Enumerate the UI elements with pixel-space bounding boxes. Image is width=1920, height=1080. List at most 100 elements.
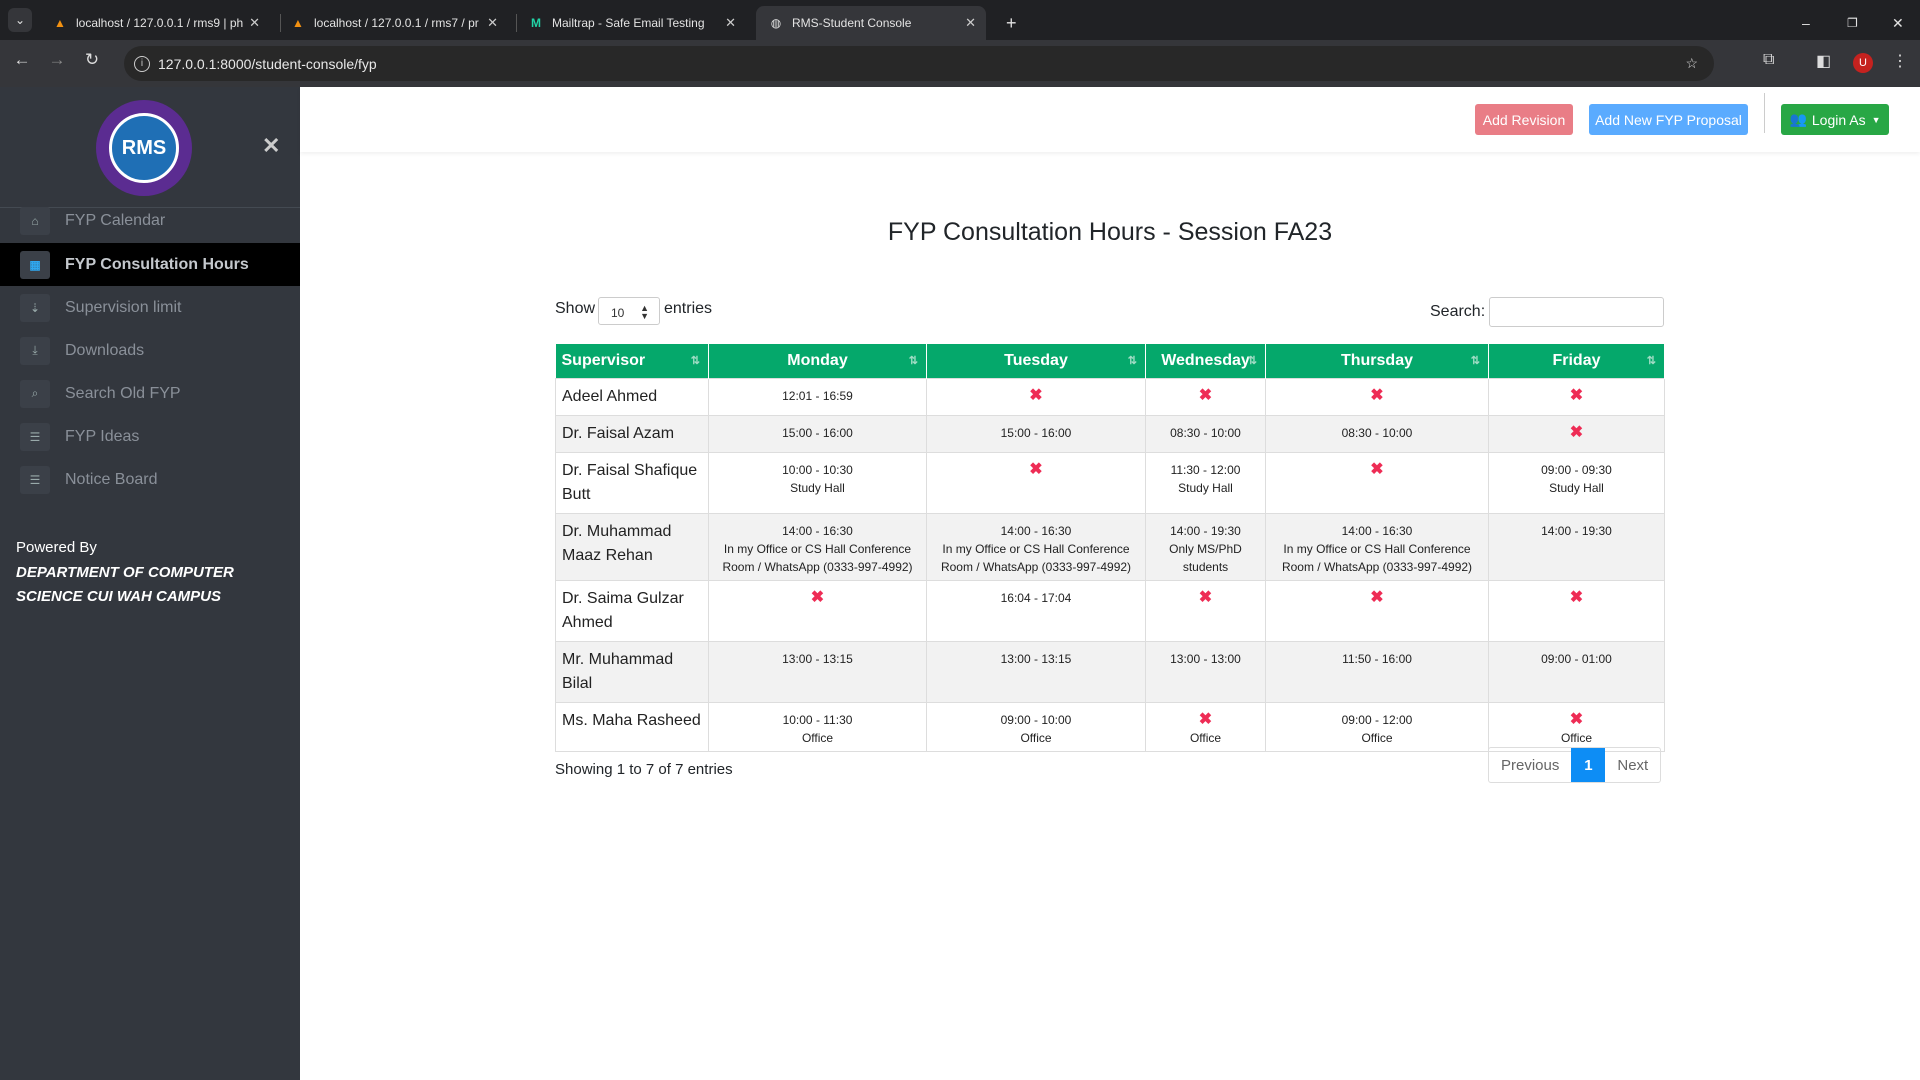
time-slot: 15:00 - 16:00 bbox=[1000, 425, 1072, 440]
time-slot: 12:01 - 16:59 bbox=[782, 388, 853, 403]
sidebar-item-fyp-consultation-hours[interactable]: ▦ FYP Consultation Hours bbox=[0, 243, 300, 286]
unavailable-x-icon: ✖ bbox=[1370, 588, 1384, 606]
time-slot: 09:00 - 10:00 bbox=[1000, 712, 1072, 727]
unavailable-x-icon: ✖ bbox=[1198, 710, 1213, 728]
supervisor-name: Dr. Muhammad Maaz Rehan bbox=[555, 512, 709, 581]
forward-icon[interactable]: → bbox=[45, 50, 69, 70]
day-cell: 08:30 - 10:00 bbox=[1145, 414, 1266, 453]
table-row: Dr. Muhammad Maaz Rehan 14:00 - 16:30 In m… bbox=[555, 512, 1665, 581]
sidebar-item-downloads[interactable]: ⤓ Downloads bbox=[0, 329, 300, 372]
table-row: Adeel Ahmed 12:01 - 16:59 ✖ ✖ ✖ ✖ bbox=[555, 377, 1665, 416]
page-1-button[interactable]: 1 bbox=[1571, 748, 1606, 782]
unavailable-x-icon: ✖ bbox=[1029, 386, 1043, 404]
time-slot: 10:00 - 10:30 bbox=[782, 462, 853, 477]
extensions-icon[interactable]: ⧉ bbox=[1763, 51, 1774, 69]
sidebar-item-fyp-ideas[interactable]: ☰ FYP Ideas bbox=[0, 415, 300, 458]
browser-tab-active[interactable]: ◍ RMS-Student Console ✕ bbox=[756, 6, 986, 40]
day-cell: 14:00 - 16:30 In my Office or CS Hall Con… bbox=[926, 512, 1146, 581]
column-header-thursday[interactable]: Thursday ⇅ bbox=[1265, 344, 1489, 378]
time-slot: 14:00 - 16:30 bbox=[1341, 523, 1413, 538]
unavailable-x-icon: ✖ bbox=[1569, 588, 1584, 606]
day-cell: 13:00 - 13:00 bbox=[1145, 640, 1266, 703]
day-cell: 11:30 - 12:00 Study Hall bbox=[1145, 451, 1266, 514]
sidebar-item-search-old-fyp[interactable]: ⌕ Search Old FYP bbox=[0, 372, 300, 415]
home-icon: ⌂ bbox=[20, 206, 50, 235]
close-tab-icon[interactable]: ✕ bbox=[965, 15, 976, 31]
browser-tab[interactable]: M Mailtrap - Safe Email Testing ✕ bbox=[516, 6, 746, 40]
column-header-tuesday[interactable]: Tuesday ⇅ bbox=[926, 344, 1146, 378]
day-cell: 14:00 - 16:30 In my Office or CS Hall Con… bbox=[1265, 512, 1489, 581]
day-cell: 09:00 - 01:00 bbox=[1488, 640, 1665, 703]
avatar[interactable]: U bbox=[1853, 53, 1873, 73]
time-slot: 08:30 - 10:00 bbox=[1170, 425, 1241, 440]
add-fyp-proposal-button[interactable]: Add New FYP Proposal bbox=[1589, 104, 1748, 135]
unavailable-x-icon: ✖ bbox=[1569, 423, 1584, 441]
browser-toolbar: ← → ↻ i 127.0.0.1:8000/student-console/fy… bbox=[0, 40, 1920, 87]
location-note: Office bbox=[801, 730, 834, 745]
divider bbox=[1764, 93, 1765, 133]
side-panel-icon[interactable]: ◧ bbox=[1816, 51, 1831, 71]
close-tab-icon[interactable]: ✕ bbox=[725, 15, 736, 31]
close-tab-icon[interactable]: ✕ bbox=[249, 15, 260, 31]
day-cell: ✖ bbox=[926, 377, 1146, 416]
address-bar[interactable]: i 127.0.0.1:8000/student-console/fyp ☆ bbox=[124, 46, 1714, 81]
time-slot: 14:00 - 16:30 bbox=[782, 523, 853, 538]
phpmyadmin-icon: ▲ bbox=[54, 16, 66, 30]
table-info: Showing 1 to 7 of 7 entries bbox=[555, 761, 733, 778]
time-slot: 09:00 - 12:00 bbox=[1341, 712, 1413, 727]
day-cell: 14:00 - 19:30 Only MS/PhD students bbox=[1145, 512, 1266, 581]
table-row: Dr. Faisal Shafique Butt 10:00 - 10:30 Stu… bbox=[555, 451, 1665, 514]
close-icon[interactable]: ✕ bbox=[262, 133, 280, 159]
location-note: Study Hall bbox=[1178, 480, 1233, 495]
time-slot: 14:00 - 19:30 bbox=[1541, 523, 1612, 538]
location-note: Office bbox=[1361, 730, 1393, 745]
day-cell: 09:00 - 12:00 Office bbox=[1265, 701, 1489, 752]
close-tab-icon[interactable]: ✕ bbox=[487, 15, 498, 31]
day-cell: 15:00 - 16:00 bbox=[708, 414, 927, 453]
supervisor-name: Mr. Muhammad Bilal bbox=[555, 640, 709, 703]
sort-icon: ⇅ bbox=[1470, 355, 1480, 367]
column-header-friday[interactable]: Friday ⇅ bbox=[1488, 344, 1665, 378]
column-header-supervisor[interactable]: Supervisor ⇅ bbox=[555, 344, 709, 378]
day-cell: ✖ bbox=[1488, 579, 1665, 642]
back-icon[interactable]: ← bbox=[10, 50, 34, 70]
powered-by-label: Powered By bbox=[16, 539, 97, 556]
chevron-down-icon: ⌄ bbox=[14, 13, 26, 27]
entries-select[interactable]: 10 ▲ ▼ bbox=[598, 297, 660, 325]
star-icon[interactable]: ☆ bbox=[1685, 55, 1698, 72]
minimize-button[interactable]: – bbox=[1790, 6, 1822, 40]
new-tab-button[interactable]: + bbox=[994, 6, 1029, 40]
search-input[interactable] bbox=[1489, 297, 1664, 327]
unavailable-x-icon: ✖ bbox=[1029, 460, 1043, 478]
unavailable-x-icon: ✖ bbox=[1569, 386, 1584, 404]
sidebar-item-supervision-limit[interactable]: ⇣ Supervision limit bbox=[0, 286, 300, 329]
calendar-icon: ▦ bbox=[20, 250, 50, 279]
tab-search-button[interactable]: ⌄ bbox=[8, 8, 32, 32]
browser-tab[interactable]: ▲ localhost / 127.0.0.1 / rms7 / pr ✕ bbox=[278, 6, 508, 40]
day-cell: ✖ bbox=[926, 451, 1146, 514]
day-cell: ✖ bbox=[1488, 377, 1665, 416]
sort-icon: ⇅ bbox=[908, 355, 918, 367]
table-row: Dr. Faisal Azam 15:00 - 16:00 15:00 - 16:0… bbox=[555, 414, 1665, 453]
column-header-monday[interactable]: Monday ⇅ bbox=[708, 344, 927, 378]
info-icon[interactable]: i bbox=[134, 55, 150, 72]
day-cell: ✖ bbox=[1265, 377, 1489, 416]
reload-icon[interactable]: ↻ bbox=[80, 50, 104, 70]
menu-icon[interactable]: ⋮ bbox=[1892, 51, 1908, 71]
login-as-dropdown[interactable]: 👥 Login As ▼ bbox=[1781, 104, 1889, 135]
sidebar-item-notice-board[interactable]: ☰ Notice Board bbox=[0, 458, 300, 501]
add-revision-button[interactable]: Add Revision bbox=[1475, 104, 1573, 135]
unavailable-x-icon: ✖ bbox=[1569, 710, 1584, 728]
sort-caret-icon: ▲ ▼ bbox=[640, 303, 649, 321]
column-header-wednesday[interactable]: Wednesday ⇅ bbox=[1145, 344, 1266, 378]
restore-button[interactable]: ❐ bbox=[1835, 6, 1870, 40]
sidebar-item-fyp-calendar[interactable]: ⌂ FYP Calendar bbox=[0, 199, 300, 242]
day-cell: ✖ Office bbox=[1488, 701, 1665, 752]
unavailable-x-icon: ✖ bbox=[1370, 460, 1384, 478]
close-window-button[interactable]: ✕ bbox=[1880, 6, 1916, 40]
next-page-button[interactable]: Next bbox=[1605, 748, 1660, 782]
supervisor-name: Ms. Maha Rasheed bbox=[555, 701, 709, 752]
browser-tab[interactable]: ▲ localhost / 127.0.0.1 / rms9 | ph ✕ bbox=[40, 6, 270, 40]
day-cell: 11:50 - 16:00 bbox=[1265, 640, 1489, 703]
previous-page-button[interactable]: Previous bbox=[1489, 748, 1571, 782]
